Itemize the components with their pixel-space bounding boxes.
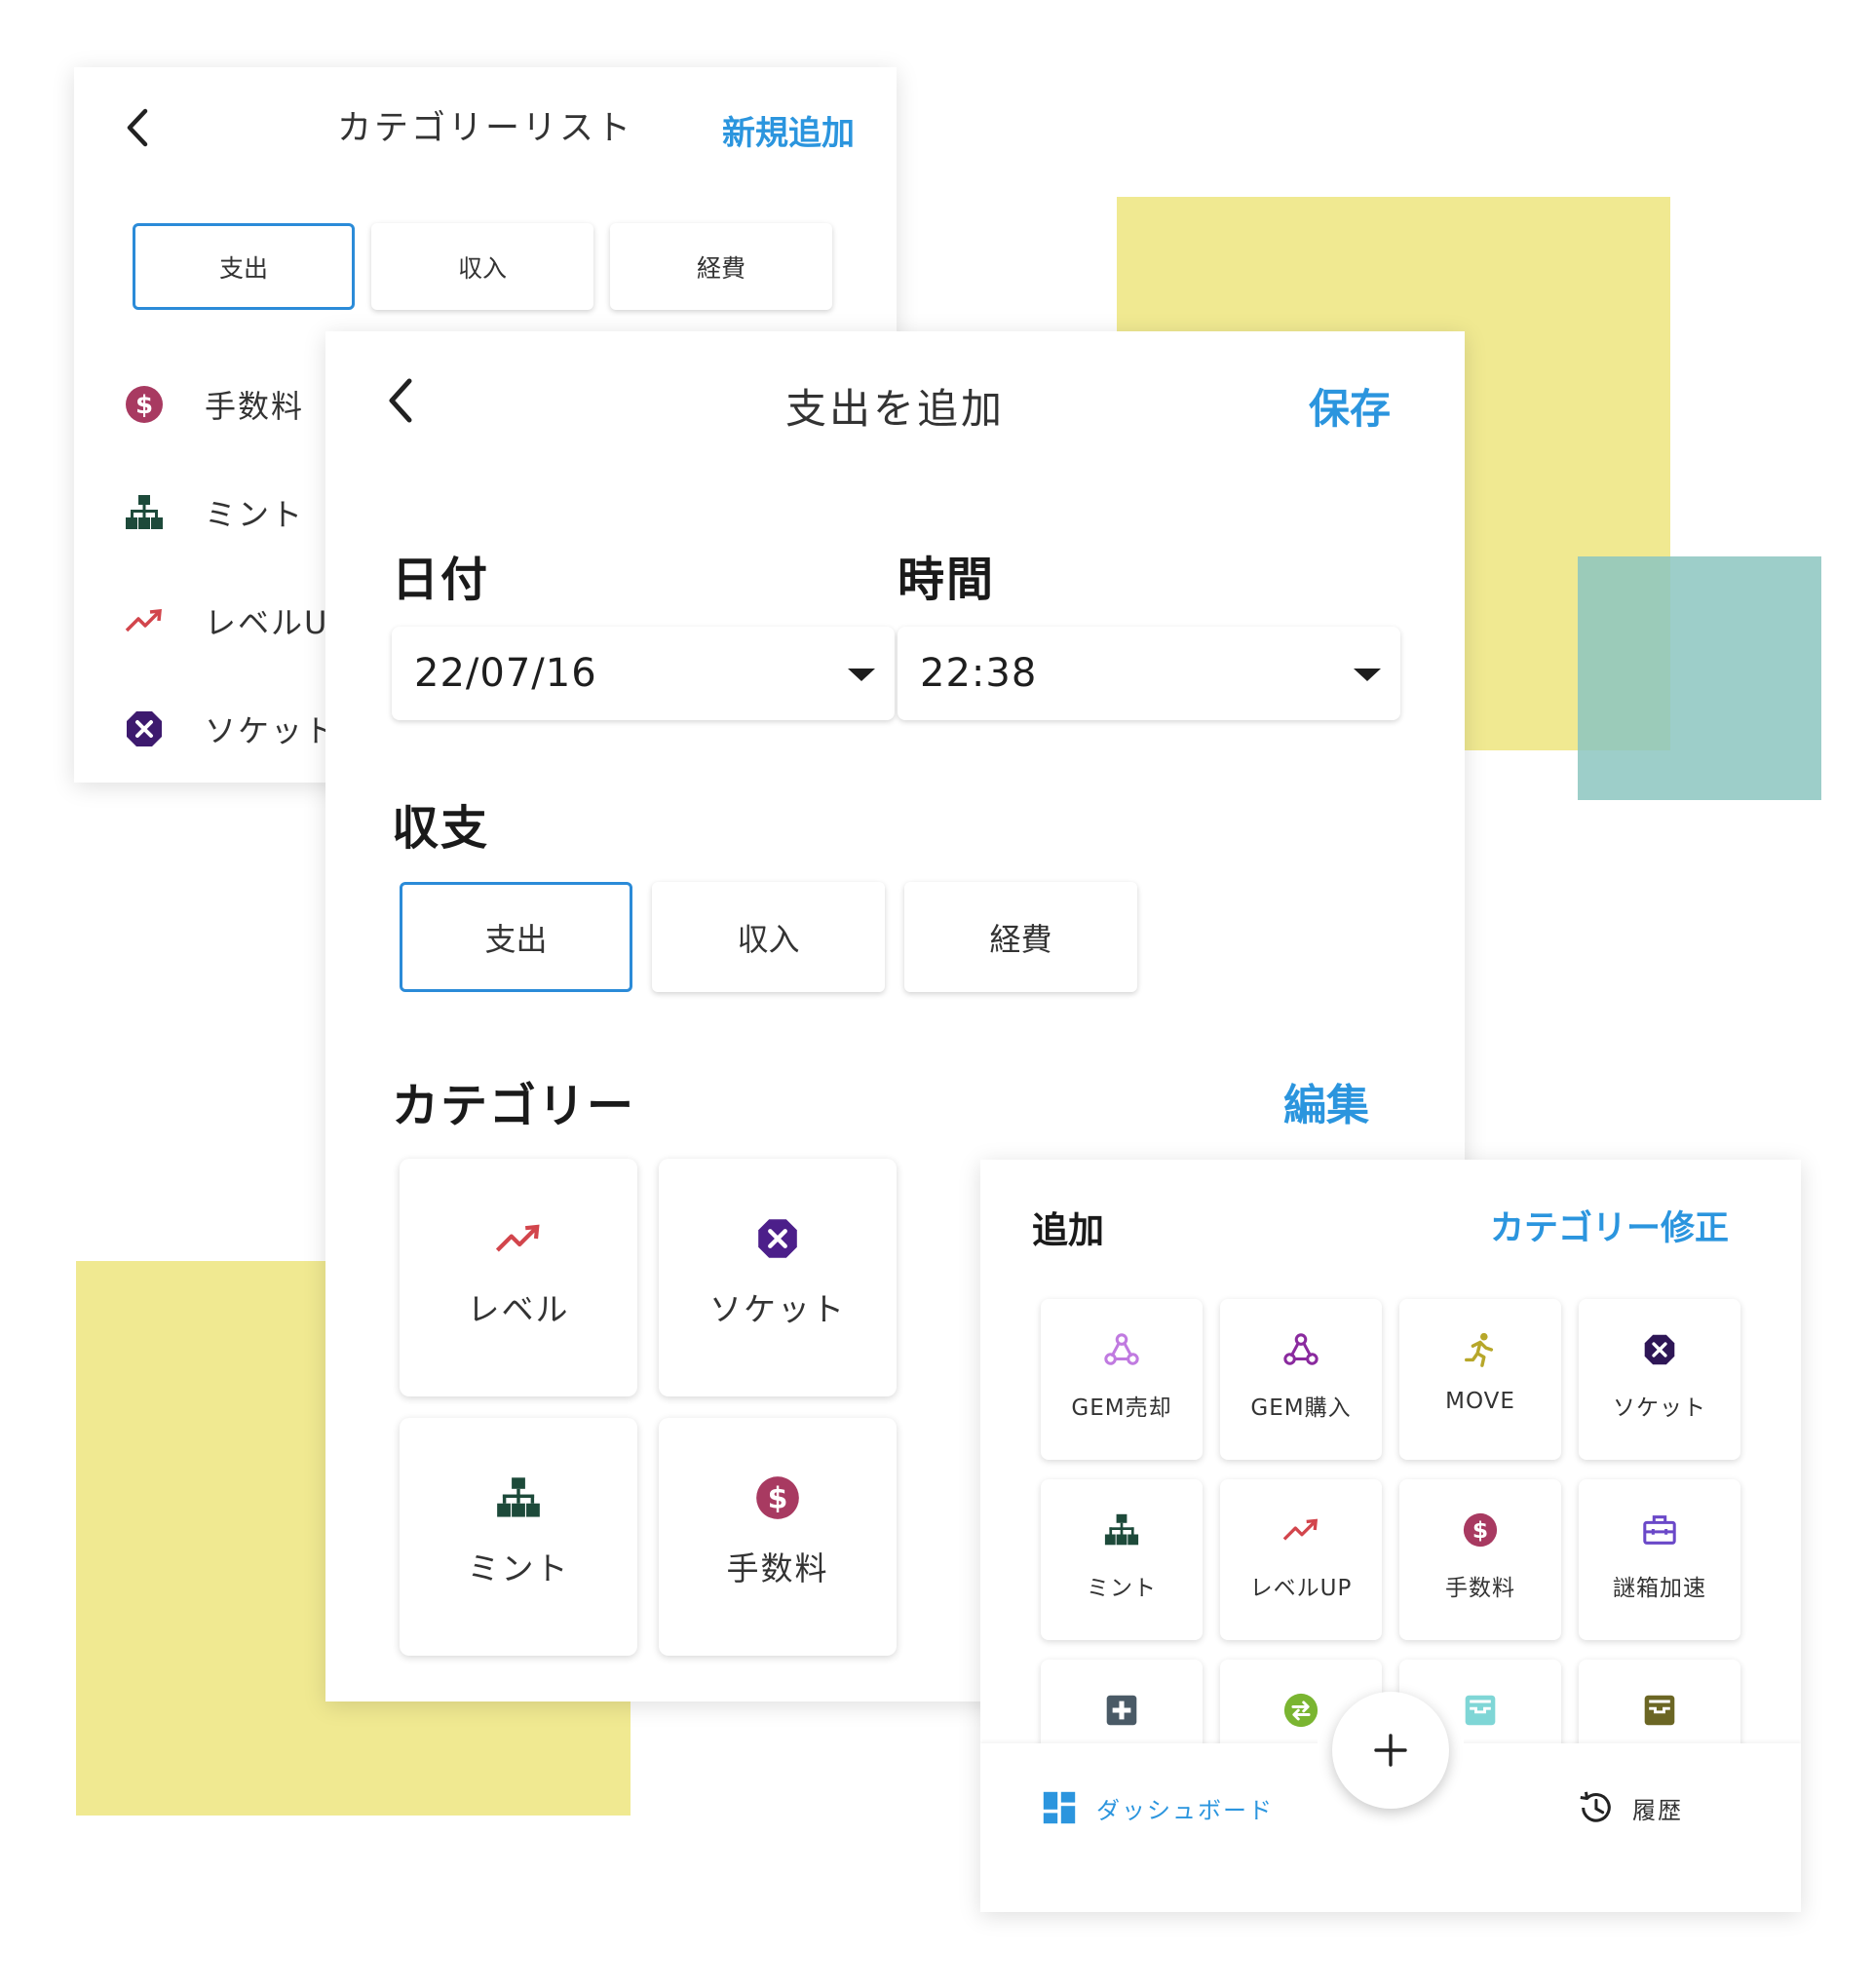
add-fab-button[interactable] [1332,1692,1449,1809]
category-tile-label: 手数料 [726,1549,829,1587]
tab-expense[interactable]: 支出 [133,223,355,310]
dashboard-icon [1041,1789,1078,1826]
trending-up-icon [1281,1510,1320,1549]
edit-button[interactable]: 編集 [1283,1070,1369,1132]
time-value: 22:38 [920,651,1038,696]
x-octagon-icon [1640,1330,1679,1369]
time-label: 時間 [898,553,996,607]
quick-tile-levelup[interactable]: レベルUP [1220,1479,1382,1640]
quick-tile-fee[interactable]: $ 手数料 [1399,1479,1561,1640]
nav-history-label: 履歴 [1632,1796,1683,1824]
caret-down-icon [1354,669,1381,681]
quick-tile-mint[interactable]: ミント [1041,1479,1203,1640]
page-title: 支出を追加 [784,385,1005,433]
list-item-label: ソケット [205,711,338,749]
webhook-icon [1281,1330,1320,1369]
svg-text:$: $ [768,1481,788,1515]
medical-plus-icon [1102,1691,1141,1730]
inbox-tray-icon [1461,1691,1500,1730]
type-tabs: 支出 収入 経費 [400,882,1137,992]
quick-tile-label: 謎箱加速 [1613,1576,1706,1601]
swap-circle-icon [1281,1691,1320,1730]
add-new-button[interactable]: 新規追加 [722,106,855,154]
hierarchy-icon [1102,1510,1141,1549]
list-item[interactable]: レベルUP [123,566,350,674]
quick-tile-label: 手数料 [1445,1576,1515,1601]
category-tile-label: ミント [467,1549,570,1587]
hierarchy-icon [123,491,166,534]
hierarchy-icon [495,1474,542,1521]
quick-tile-gem-buy[interactable]: GEM購入 [1220,1299,1382,1460]
quick-tile-label: ソケット [1613,1395,1706,1421]
quick-add-panel: 追加 カテゴリー修正 GEM売却 GEM購入 MOVE ソケット ミント レベル… [980,1160,1801,1912]
dollar-coin-icon: $ [754,1474,801,1521]
category-tile-label: ソケット [709,1290,846,1328]
category-list: $ 手数料 ミント レベルUP ソケット [123,350,350,783]
nav-history[interactable]: 履歴 [1577,1789,1683,1826]
dollar-coin-icon: $ [1461,1510,1500,1549]
nav-dashboard-label: ダッシュボード [1096,1796,1274,1824]
quick-tile-label: レベルUP [1249,1576,1353,1601]
type-label: 収支 [392,801,490,856]
panel-title: 追加 [1032,1209,1104,1251]
quick-tile-mystery-box[interactable]: 謎箱加速 [1579,1479,1740,1640]
list-item[interactable]: $ 手数料 [123,350,350,458]
quick-tile-gem-sell[interactable]: GEM売却 [1041,1299,1203,1460]
decorative-teal-square [1578,556,1821,800]
x-octagon-icon [754,1215,801,1262]
nav-dashboard[interactable]: ダッシュボード [1041,1789,1274,1826]
x-octagon-icon [123,707,166,750]
category-label: カテゴリー [392,1079,636,1133]
svg-text:$: $ [135,391,153,420]
quick-tile-label: GEM売却 [1071,1395,1172,1421]
inbox-tray-icon [1640,1691,1679,1730]
tab-income[interactable]: 収入 [652,882,885,992]
date-dropdown[interactable]: 22/07/16 [392,627,895,720]
list-item[interactable]: ソケット [123,674,350,783]
toolbox-icon [1640,1510,1679,1549]
date-label: 日付 [392,553,490,607]
list-item-label: ミント [205,495,305,533]
category-tile-level[interactable]: レベル [400,1159,637,1396]
date-value: 22/07/16 [414,651,597,696]
plus-icon [1374,1734,1407,1767]
quick-tile-label: ミント [1087,1576,1157,1601]
quick-tile-socket[interactable]: ソケット [1579,1299,1740,1460]
category-tile-mint[interactable]: ミント [400,1418,637,1656]
type-tabs: 支出 収入 経費 [133,223,832,310]
tab-cost[interactable]: 経費 [610,223,832,310]
webhook-icon [1102,1330,1141,1369]
history-icon [1577,1789,1614,1826]
save-button[interactable]: 保存 [1309,376,1391,436]
quick-tile-label: GEM購入 [1250,1395,1352,1421]
tab-income[interactable]: 収入 [371,223,593,310]
caret-down-icon [848,669,875,681]
svg-text:$: $ [1472,1516,1488,1544]
tab-expense[interactable]: 支出 [400,882,632,992]
list-item[interactable]: ミント [123,458,350,566]
trending-up-icon [495,1215,542,1262]
quick-tile-move[interactable]: MOVE [1399,1299,1561,1460]
tab-cost[interactable]: 経費 [904,882,1137,992]
category-tile-socket[interactable]: ソケット [659,1159,897,1396]
list-item-label: 手数料 [205,387,305,425]
edit-categories-button[interactable]: カテゴリー修正 [1490,1201,1729,1250]
trending-up-icon [123,599,166,642]
dollar-coin-icon: $ [123,383,166,426]
category-tile-fee[interactable]: $ 手数料 [659,1418,897,1656]
quick-tile-label: MOVE [1445,1389,1515,1414]
time-dropdown[interactable]: 22:38 [898,627,1400,720]
runner-icon [1461,1330,1500,1369]
category-tile-label: レベル [467,1290,570,1328]
